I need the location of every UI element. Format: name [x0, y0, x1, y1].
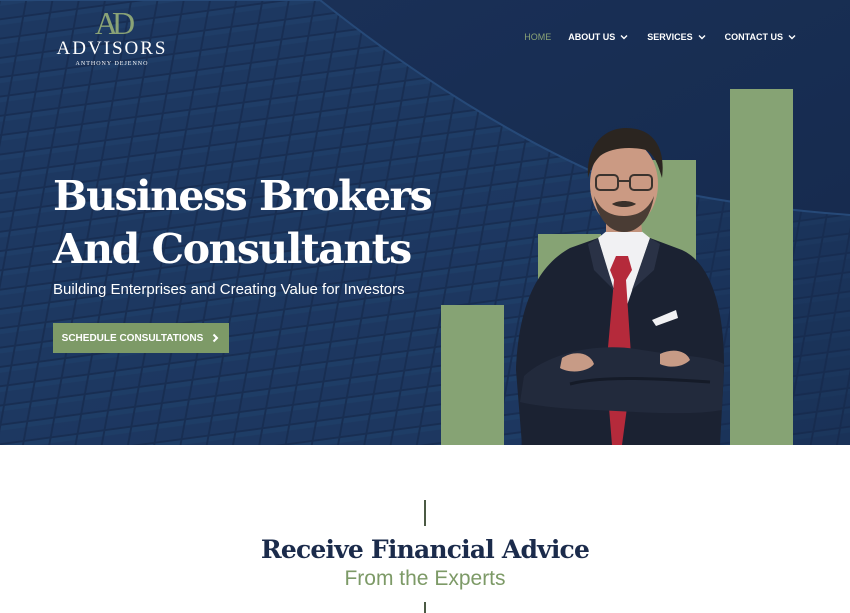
hero-title-line-1: Business Brokers	[53, 172, 433, 220]
nav-item-label: SERVICES	[647, 32, 693, 42]
logo-name: ADVISORS	[56, 38, 168, 59]
cta-label: SCHEDULE CONSULTATIONS	[61, 332, 204, 344]
hero-title-line-2: And Consultants	[53, 225, 412, 273]
chevron-down-icon	[620, 35, 628, 40]
hero-section: AD ADVISORS ANTHONY DEJENNO HOME ABOUT U…	[0, 0, 850, 445]
nav-item-label: HOME	[524, 32, 552, 42]
nav-item-home[interactable]: HOME	[524, 31, 551, 43]
chevron-down-icon	[788, 35, 796, 40]
consultant-photo	[516, 128, 725, 445]
nav-item-about-us[interactable]: ABOUT US	[568, 31, 630, 43]
nav-item-contact-us[interactable]: CONTACT US	[725, 31, 798, 43]
schedule-consultations-button[interactable]: SCHEDULE CONSULTATIONS	[53, 323, 229, 353]
main-nav: HOME ABOUT US SERVICES CONTACT US	[507, 31, 798, 43]
bar-column-4	[730, 89, 793, 445]
section-subtitle: From the Experts	[344, 567, 506, 590]
chevron-right-icon	[213, 333, 219, 343]
nav-item-label: ABOUT US	[568, 32, 616, 42]
chevron-down-icon	[698, 35, 706, 40]
nav-item-services[interactable]: SERVICES	[647, 31, 707, 43]
brand-logo[interactable]: AD ADVISORS ANTHONY DEJENNO	[54, 5, 170, 68]
logo-monogram: AD	[94, 5, 135, 41]
section-title: Receive Financial Advice	[260, 535, 590, 564]
section-divider-top	[424, 500, 426, 526]
bar-column-1	[441, 305, 504, 445]
hero-title: Business Brokers And Consultants	[53, 170, 453, 276]
nav-item-label: CONTACT US	[724, 32, 783, 42]
section-divider-bottom	[424, 602, 426, 613]
hero-subtitle: Building Enterprises and Creating Value …	[53, 281, 405, 298]
logo-tagline: ANTHONY DEJENNO	[75, 61, 149, 67]
